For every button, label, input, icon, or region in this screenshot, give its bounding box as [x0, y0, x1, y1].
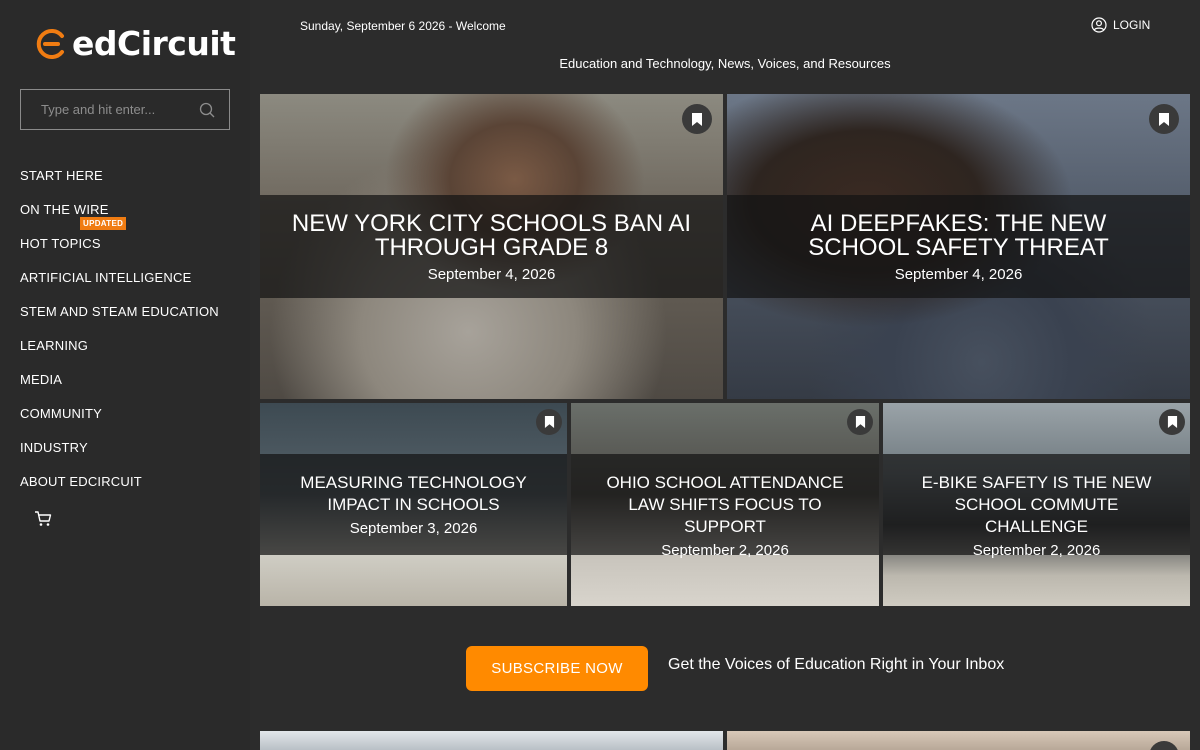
nav-item-label: ARTIFICIAL INTELLIGENCE	[20, 270, 192, 285]
article-date: September 3, 2026	[349, 520, 478, 538]
nav-item-label: ON THE WIRE	[20, 202, 109, 217]
nav-item-label: LEARNING	[20, 338, 89, 353]
user-icon	[1091, 17, 1107, 33]
bookmark-icon	[544, 416, 554, 428]
article-title[interactable]: MEASURING TECHNOLOGY IMPACT IN SCHOOLS	[260, 472, 567, 516]
nav-item-label: STEM AND STEAM EDUCATION	[20, 304, 219, 319]
nav-item-label: MEDIA	[20, 372, 63, 387]
bookmark-button[interactable]	[1149, 741, 1179, 750]
nav-item-community[interactable]: COMMUNITY	[20, 404, 219, 438]
main-nav: START HERE ON THE WIRE UPDATED HOT TOPIC…	[20, 166, 219, 506]
article-date: September 2, 2026	[661, 542, 789, 560]
article-card[interactable]: OHIO SCHOOL ATTENDANCE LAW SHIFTS FOCUS …	[571, 403, 879, 606]
article-title[interactable]: NEW YORK CITY SCHOOLS BAN AI THROUGH GRA…	[260, 212, 723, 260]
date-welcome: Sunday, September 6 2026 - Welcome	[300, 19, 506, 33]
nav-item-industry[interactable]: INDUSTRY	[20, 438, 219, 472]
article-overlay: MEASURING TECHNOLOGY IMPACT IN SCHOOLS S…	[260, 454, 567, 555]
nav-item-start-here[interactable]: START HERE	[20, 166, 219, 200]
article-overlay: AI DEEPFAKES: THE NEW SCHOOL SAFETY THRE…	[727, 195, 1190, 298]
bookmark-button[interactable]	[536, 409, 562, 435]
article-card[interactable]: NEW YORK CITY SCHOOLS BAN AI THROUGH GRA…	[260, 94, 723, 399]
nav-item-about[interactable]: ABOUT EDCIRCUIT	[20, 472, 219, 506]
article-date: September 2, 2026	[972, 542, 1101, 560]
bookmark-icon	[855, 416, 865, 428]
site-tagline: Education and Technology, News, Voices, …	[559, 56, 891, 71]
article-card-partial[interactable]	[260, 731, 723, 750]
article-card-partial[interactable]	[727, 731, 1190, 750]
nav-item-label: INDUSTRY	[20, 440, 88, 455]
nav-item-hot-topics[interactable]: UPDATED HOT TOPICS	[20, 217, 219, 268]
subscribe-text: Get the Voices of Education Right in You…	[668, 656, 1005, 673]
bookmark-button[interactable]	[1159, 409, 1185, 435]
cart-icon[interactable]	[34, 510, 52, 528]
article-date: September 4, 2026	[894, 266, 1023, 283]
bookmark-button[interactable]	[1149, 104, 1179, 134]
bookmark-icon	[692, 112, 702, 126]
nav-item-media[interactable]: MEDIA	[20, 370, 219, 404]
nav-item-label: ABOUT EDCIRCUIT	[20, 474, 142, 489]
bookmark-button[interactable]	[847, 409, 873, 435]
article-title[interactable]: AI DEEPFAKES: THE NEW SCHOOL SAFETY THRE…	[727, 212, 1190, 260]
login-link[interactable]: LOGIN	[1091, 17, 1150, 33]
sidebar: edCircuit START HERE ON THE WIRE UPDATED…	[0, 0, 250, 750]
search-box	[20, 89, 230, 130]
logo-mark-icon	[36, 28, 64, 59]
nav-item-artificial-intelligence[interactable]: ARTIFICIAL INTELLIGENCE	[20, 268, 219, 302]
nav-item-label: HOT TOPICS	[20, 236, 101, 251]
nav-item-learning[interactable]: LEARNING	[20, 336, 219, 370]
article-card[interactable]: MEASURING TECHNOLOGY IMPACT IN SCHOOLS S…	[260, 403, 567, 606]
article-title[interactable]: E-BIKE SAFETY IS THE NEW SCHOOL COMMUTE …	[883, 472, 1190, 538]
updated-badge: UPDATED	[80, 217, 127, 230]
search-input[interactable]	[41, 102, 191, 117]
article-card[interactable]: E-BIKE SAFETY IS THE NEW SCHOOL COMMUTE …	[883, 403, 1190, 606]
nav-item-stem-steam[interactable]: STEM AND STEAM EDUCATION	[20, 302, 219, 336]
bookmark-icon	[1167, 416, 1177, 428]
nav-item-label: COMMUNITY	[20, 406, 102, 421]
logo-text: edCircuit	[72, 24, 236, 63]
login-label: LOGIN	[1113, 18, 1151, 32]
article-overlay: NEW YORK CITY SCHOOLS BAN AI THROUGH GRA…	[260, 195, 723, 298]
article-overlay: OHIO SCHOOL ATTENDANCE LAW SHIFTS FOCUS …	[571, 454, 879, 559]
article-title[interactable]: OHIO SCHOOL ATTENDANCE LAW SHIFTS FOCUS …	[571, 472, 879, 538]
bookmark-icon	[1159, 112, 1169, 126]
subscribe-button[interactable]: SUBSCRIBE NOW	[466, 646, 648, 691]
article-card[interactable]: AI DEEPFAKES: THE NEW SCHOOL SAFETY THRE…	[727, 94, 1190, 399]
nav-item-label: START HERE	[20, 168, 103, 183]
article-overlay: E-BIKE SAFETY IS THE NEW SCHOOL COMMUTE …	[883, 454, 1190, 559]
article-date: September 4, 2026	[427, 266, 556, 283]
site-logo[interactable]: edCircuit	[34, 24, 236, 63]
bookmark-button[interactable]	[682, 104, 712, 134]
search-icon[interactable]	[199, 102, 215, 118]
